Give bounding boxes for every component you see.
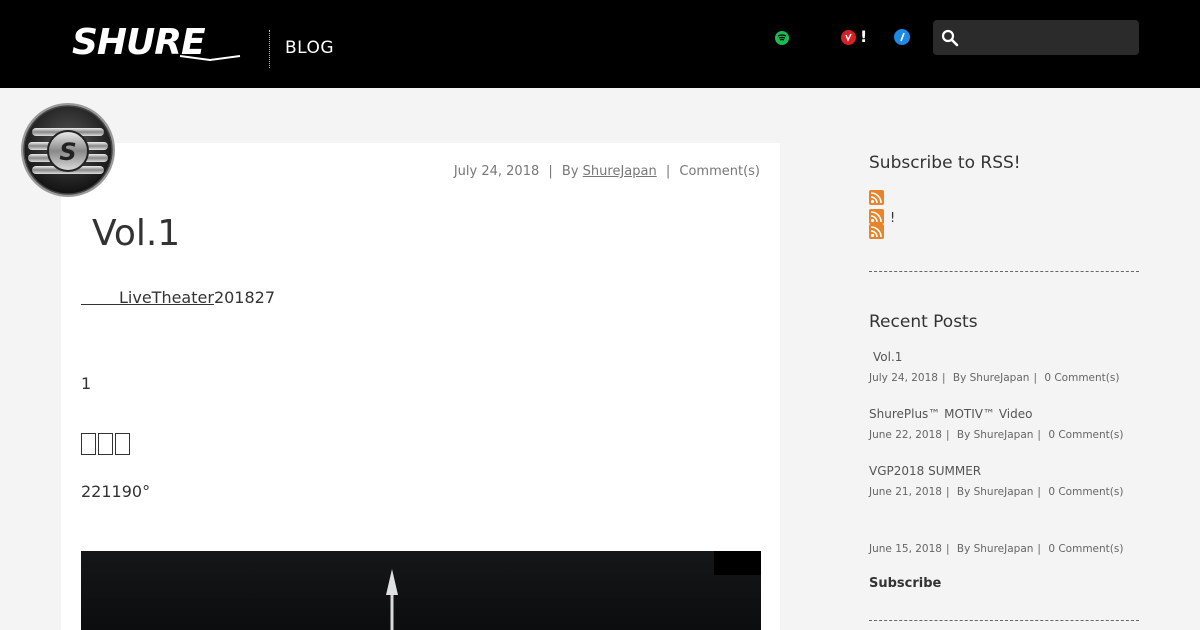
rss-feed-1[interactable] — [869, 190, 884, 205]
spotify-icon[interactable] — [775, 31, 789, 45]
shure-logo[interactable]: SHURE — [70, 22, 250, 62]
shure-badge-icon[interactable]: S — [20, 102, 116, 198]
livetheater-link[interactable]: LiveTheater — [119, 288, 214, 307]
post-paragraph-2: 1 — [81, 374, 92, 393]
post-paragraph-3: 221190° — [81, 482, 151, 501]
logo-divider — [269, 30, 270, 68]
recent-post-title-1[interactable]: Vol.1 — [873, 350, 902, 364]
post-paragraph-1: LiveTheater201827 — [81, 288, 275, 307]
header-exclamation: ! — [860, 27, 868, 46]
recent-post-comments[interactable]: 0 Comment(s) — [1044, 372, 1119, 384]
recent-post-comments[interactable]: 0 Comment(s) — [1048, 543, 1123, 555]
search-icon[interactable] — [941, 29, 959, 47]
post-card: July 24, 2018 | By ShureJapan | Comment(… — [61, 143, 780, 630]
paragraph-1-rest: 201827 — [213, 288, 276, 307]
sidebar-divider-2 — [869, 620, 1139, 621]
recent-post-date: June 15, 2018 — [869, 543, 942, 555]
recent-post-meta-2: June 22, 2018 | By ShureJapan | 0 Comment(… — [869, 429, 1124, 441]
recent-post-author[interactable]: By ShureJapan — [957, 429, 1034, 441]
recent-post-meta-1: July 24, 2018 | By ShureJapan | 0 Comment(… — [869, 372, 1120, 384]
recent-post-title-3[interactable]: VGP2018 SUMMER — [869, 464, 981, 478]
hero-mic-stand-icon — [386, 569, 398, 630]
site-header: SHURE BLOG ! — [0, 0, 1200, 88]
recent-post-title-2[interactable]: ShurePlus™ MOTIV™ Video — [869, 407, 1032, 421]
post-link-pad[interactable] — [81, 290, 119, 305]
recent-post-date: June 22, 2018 — [869, 429, 942, 441]
post-author-link[interactable]: ShureJapan — [583, 164, 657, 179]
recent-post-author[interactable]: By ShureJapan — [957, 486, 1034, 498]
blue-circle-icon[interactable] — [894, 29, 910, 45]
post-comments-link[interactable]: Comment(s) — [679, 164, 760, 179]
rss-icon[interactable] — [869, 224, 884, 239]
recent-post-comments[interactable]: 0 Comment(s) — [1048, 486, 1123, 498]
rss-feed-2-label[interactable]: ! — [890, 211, 895, 226]
post-hero-image — [81, 551, 761, 630]
recent-posts-heading: Recent Posts — [869, 312, 978, 332]
recent-post-meta-3: June 21, 2018 | By ShureJapan | 0 Comment(… — [869, 486, 1124, 498]
recent-post-comments[interactable]: 0 Comment(s) — [1048, 429, 1123, 441]
recent-post-meta-4: June 15, 2018 | By ShureJapan | 0 Comment(… — [869, 543, 1124, 555]
sidebar-divider — [869, 271, 1139, 272]
rss-icon[interactable] — [869, 209, 884, 224]
recent-post-date: July 24, 2018 — [869, 372, 938, 384]
red-circle-icon[interactable] — [841, 30, 856, 45]
post-by-label: By — [561, 164, 579, 179]
post-date: July 24, 2018 — [453, 164, 540, 179]
subscribe-heading: Subscribe — [869, 576, 942, 591]
rss-heading: Subscribe to RSS! — [869, 153, 1021, 173]
rss-icon[interactable] — [869, 190, 884, 205]
search-box[interactable] — [933, 20, 1139, 55]
blog-label[interactable]: BLOG — [285, 38, 334, 58]
svg-text:S: S — [59, 138, 76, 166]
missing-glyph-heading — [81, 433, 130, 455]
recent-post-author[interactable]: By ShureJapan — [953, 372, 1030, 384]
recent-post-author[interactable]: By ShureJapan — [957, 543, 1034, 555]
post-title: Vol.1 — [92, 213, 181, 254]
rss-feed-3[interactable] — [869, 224, 884, 239]
post-meta: July 24, 2018 | By ShureJapan | Comment(… — [453, 164, 760, 179]
recent-post-date: June 21, 2018 — [869, 486, 942, 498]
